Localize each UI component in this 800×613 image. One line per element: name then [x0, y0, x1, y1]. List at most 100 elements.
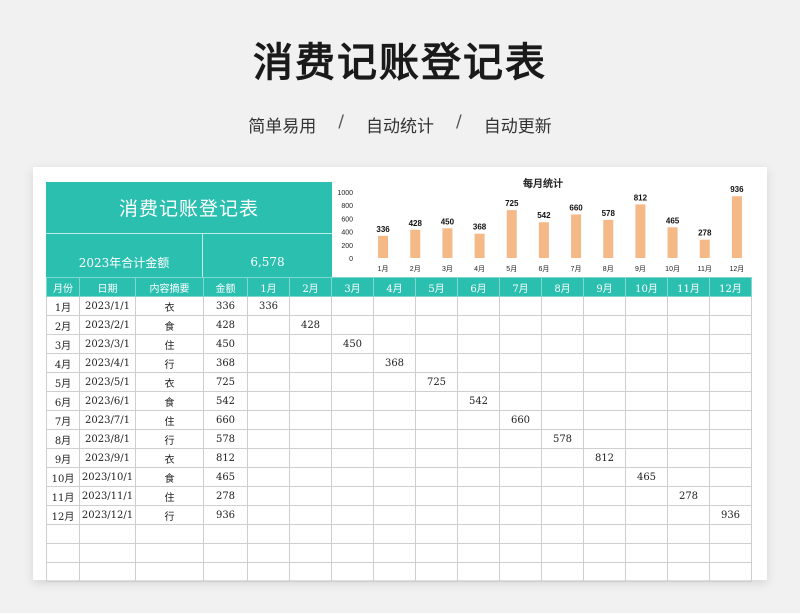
month-amount-cell[interactable]	[709, 353, 752, 373]
summary-cell[interactable]: 行	[135, 429, 204, 449]
amount-cell[interactable]: 465	[203, 467, 248, 487]
date-cell[interactable]: 2023/2/1	[79, 315, 136, 335]
month-amount-cell[interactable]	[331, 467, 374, 487]
month-amount-cell[interactable]	[625, 334, 668, 354]
month-amount-cell[interactable]	[457, 334, 500, 354]
month-amount-cell[interactable]	[373, 429, 416, 449]
summary-cell[interactable]: 衣	[135, 372, 204, 392]
month-amount-cell[interactable]	[667, 505, 710, 525]
month-amount-cell[interactable]	[625, 372, 668, 392]
summary-cell[interactable]: 衣	[135, 448, 204, 468]
month-amount-cell[interactable]	[247, 429, 290, 449]
empty-cell[interactable]	[203, 543, 248, 563]
amount-cell[interactable]: 450	[203, 334, 248, 354]
empty-cell[interactable]	[46, 562, 80, 582]
month-amount-cell[interactable]	[247, 315, 290, 335]
month-amount-cell[interactable]	[415, 429, 458, 449]
month-cell[interactable]: 11月	[46, 486, 80, 506]
month-amount-cell[interactable]	[457, 315, 500, 335]
month-amount-cell[interactable]	[331, 296, 374, 316]
month-amount-cell[interactable]	[415, 448, 458, 468]
month-amount-cell[interactable]	[541, 448, 584, 468]
month-amount-cell[interactable]	[709, 296, 752, 316]
month-amount-cell[interactable]	[709, 448, 752, 468]
column-header[interactable]: 1月	[247, 277, 290, 297]
empty-cell[interactable]	[457, 543, 500, 563]
month-amount-cell[interactable]	[667, 334, 710, 354]
empty-cell[interactable]	[583, 562, 626, 582]
month-amount-cell[interactable]	[373, 410, 416, 430]
empty-cell[interactable]	[709, 524, 752, 544]
month-amount-cell[interactable]	[625, 429, 668, 449]
empty-cell[interactable]	[457, 562, 500, 582]
empty-cell[interactable]	[331, 543, 374, 563]
empty-cell[interactable]	[583, 524, 626, 544]
month-amount-cell[interactable]	[373, 391, 416, 411]
empty-cell[interactable]	[46, 524, 80, 544]
month-amount-cell[interactable]	[667, 429, 710, 449]
month-amount-cell[interactable]	[457, 429, 500, 449]
month-amount-cell[interactable]	[457, 448, 500, 468]
column-header[interactable]: 月份	[46, 277, 80, 297]
month-amount-cell[interactable]	[373, 296, 416, 316]
column-header[interactable]: 12月	[709, 277, 752, 297]
month-amount-cell[interactable]	[457, 505, 500, 525]
month-amount-cell[interactable]	[709, 334, 752, 354]
summary-cell[interactable]: 住	[135, 410, 204, 430]
month-amount-cell[interactable]	[625, 505, 668, 525]
empty-cell[interactable]	[79, 543, 136, 563]
date-cell[interactable]: 2023/1/1	[79, 296, 136, 316]
month-amount-cell[interactable]: 660	[499, 410, 542, 430]
date-cell[interactable]: 2023/7/1	[79, 410, 136, 430]
month-amount-cell[interactable]	[331, 315, 374, 335]
column-header[interactable]: 4月	[373, 277, 416, 297]
month-amount-cell[interactable]	[709, 429, 752, 449]
summary-cell[interactable]: 行	[135, 353, 204, 373]
month-amount-cell[interactable]	[415, 391, 458, 411]
empty-cell[interactable]	[499, 562, 542, 582]
month-cell[interactable]: 4月	[46, 353, 80, 373]
month-amount-cell[interactable]: 278	[667, 486, 710, 506]
month-amount-cell[interactable]	[457, 353, 500, 373]
month-amount-cell[interactable]	[541, 334, 584, 354]
month-amount-cell[interactable]	[289, 467, 332, 487]
month-amount-cell[interactable]	[373, 467, 416, 487]
month-amount-cell[interactable]	[583, 505, 626, 525]
column-header[interactable]: 5月	[415, 277, 458, 297]
month-amount-cell[interactable]	[247, 372, 290, 392]
amount-cell[interactable]: 812	[203, 448, 248, 468]
month-cell[interactable]: 3月	[46, 334, 80, 354]
empty-cell[interactable]	[289, 543, 332, 563]
month-amount-cell[interactable]	[247, 467, 290, 487]
empty-cell[interactable]	[79, 524, 136, 544]
month-amount-cell[interactable]	[625, 315, 668, 335]
summary-cell[interactable]: 住	[135, 334, 204, 354]
date-cell[interactable]: 2023/6/1	[79, 391, 136, 411]
month-amount-cell[interactable]	[499, 315, 542, 335]
empty-cell[interactable]	[709, 562, 752, 582]
amount-cell[interactable]: 336	[203, 296, 248, 316]
month-amount-cell[interactable]	[457, 410, 500, 430]
month-amount-cell[interactable]	[289, 391, 332, 411]
month-amount-cell[interactable]	[541, 410, 584, 430]
month-amount-cell[interactable]	[289, 372, 332, 392]
month-cell[interactable]: 2月	[46, 315, 80, 335]
month-amount-cell[interactable]	[247, 334, 290, 354]
summary-cell[interactable]: 食	[135, 467, 204, 487]
month-amount-cell[interactable]	[667, 467, 710, 487]
month-amount-cell[interactable]	[247, 486, 290, 506]
month-amount-cell[interactable]	[415, 296, 458, 316]
month-amount-cell[interactable]	[331, 448, 374, 468]
month-cell[interactable]: 8月	[46, 429, 80, 449]
empty-cell[interactable]	[373, 562, 416, 582]
month-amount-cell[interactable]	[373, 315, 416, 335]
month-amount-cell[interactable]	[625, 448, 668, 468]
month-cell[interactable]: 10月	[46, 467, 80, 487]
month-amount-cell[interactable]	[709, 391, 752, 411]
month-cell[interactable]: 12月	[46, 505, 80, 525]
column-header[interactable]: 8月	[541, 277, 584, 297]
month-amount-cell[interactable]	[415, 467, 458, 487]
month-amount-cell[interactable]	[583, 334, 626, 354]
empty-cell[interactable]	[331, 562, 374, 582]
month-amount-cell[interactable]	[541, 486, 584, 506]
